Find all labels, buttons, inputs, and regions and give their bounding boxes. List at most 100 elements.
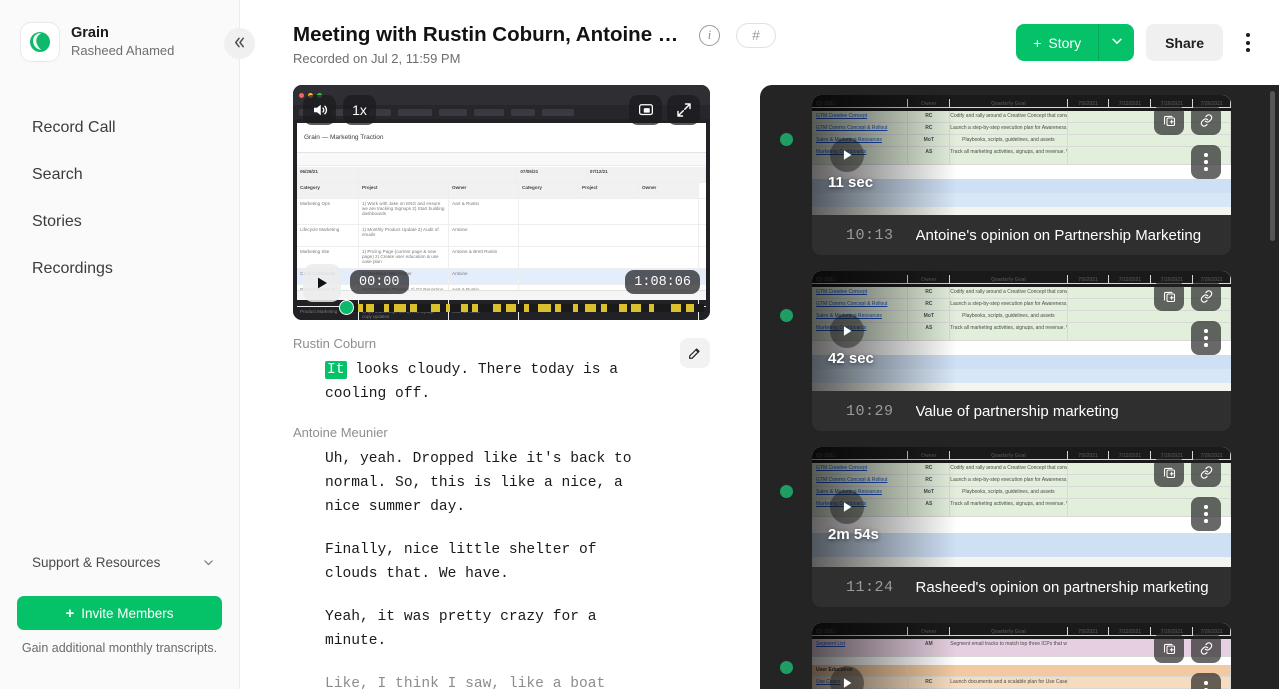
volume-icon[interactable] [303,95,336,125]
kebab-dot [1204,336,1208,340]
sheet-col-header: Owner [639,183,699,198]
sheet-cell: 1) Monthly Product Update 2) Audit of em… [359,225,449,246]
brand-block[interactable]: Grain Rasheed Ahamed [0,0,239,62]
fullscreen-icon[interactable] [667,95,700,125]
sheet-row: Sales & Marketing Resources MoT Playbook… [812,487,1231,499]
kebab-dot [1246,48,1250,52]
play-button[interactable] [303,264,341,302]
clip-more-button[interactable] [1191,321,1221,355]
sheet-col-header: Owner [908,274,951,284]
clip-marker-dot [780,309,793,322]
sheet-row: 06/28/21 07/05/21 07/12/21 [297,167,706,183]
share-button[interactable]: Share [1146,24,1223,61]
clip-timestamp: 10:13 [846,226,894,244]
sheet-cell: MoT [908,487,951,499]
sidebar-item-record-call[interactable]: Record Call [0,104,239,151]
support-resources-row[interactable]: Support & Resources [0,542,239,582]
clips-scrollbar[interactable] [1270,91,1275,241]
clip-tools [1154,633,1221,663]
edit-transcript-button[interactable] [680,338,710,368]
clip-more-button[interactable] [1191,673,1221,689]
more-options-button[interactable] [1235,24,1261,61]
sheet-cell: AS [908,323,951,341]
create-story-button[interactable]: + Story [1016,24,1099,61]
video-scrubber[interactable] [293,300,710,315]
transcript-text[interactable]: Uh, yeah. Dropped like it's back to norm… [293,447,653,519]
invite-members-button[interactable]: + Invite Members [17,596,222,630]
clip-more-button[interactable] [1191,497,1221,531]
transcript-text[interactable]: It looks cloudy. There today is a coolin… [293,358,653,406]
link-icon[interactable] [1191,457,1221,487]
link-icon[interactable] [1191,281,1221,311]
video-player[interactable]: Grain — Marketing Traction 06/28/21 07/0… [293,85,710,320]
transcript-text[interactable]: Yeah, it was pretty crazy for a minute. [293,605,653,653]
sheet-cell: 07/05/21 [517,167,587,182]
clip-thumbnail[interactable]: Q3 2021 Owner Quarterly Goal 7/5/2021 7/… [812,623,1231,689]
sidebar-item-recordings[interactable]: Recordings [0,245,239,292]
duplicate-icon[interactable] [1154,457,1184,487]
duplicate-icon[interactable] [1154,105,1184,135]
link-icon[interactable] [1191,633,1221,663]
sidebar-nav: Record Call Search Stories Recordings [0,104,239,292]
transcript-text[interactable]: Finally, nice little shelter of clouds t… [293,538,653,586]
sheet-col-header: Owner [908,98,951,108]
clip-card[interactable]: Q3 2021 Owner Quarterly Goal 7/5/2021 7/… [780,271,1231,431]
plus-icon: + [1033,34,1042,51]
picture-in-picture-icon[interactable] [629,95,662,125]
transcript-text[interactable]: Like, I think I saw, like a boat house [293,672,653,689]
sheet-row: Use Cases RC Launch documents and a scal… [812,677,1231,689]
playback-speed-button[interactable]: 1x [343,95,376,125]
sheet-cell: Launch documents and a scalable plan for… [950,677,1068,689]
app-root: Grain Rasheed Ahamed Record Call Search … [0,0,1279,689]
sheet-cell: Codify and rally around a Creative Conce… [950,463,1068,475]
story-dropdown-button[interactable] [1098,24,1135,61]
sheet-col-header: 7/12/2021 [1109,626,1152,636]
sheet-cell: Codify and rally around a Creative Conce… [950,287,1068,299]
clip-thumbnail[interactable]: Q3 2021 Owner Quarterly Goal 7/5/2021 7/… [812,447,1231,567]
sidebar-item-label: Record Call [32,118,116,136]
sheet-cell: AS [908,147,951,165]
sheet-cell: Launch a step-by-step execution plan for… [950,475,1068,487]
duplicate-icon[interactable] [1154,633,1184,663]
sheet-col-header: Owner [908,450,951,460]
sheet-col-header: 7/12/2021 [1109,274,1152,284]
collapse-sidebar-button[interactable] [224,28,255,59]
highlighted-word: It [325,361,347,379]
sheet-col-header: Q3 2021 [812,626,909,636]
sheet-cell: RC [908,287,951,299]
clip-thumbnail[interactable]: Q3 2021 Owner Quarterly Goal 7/5/2021 7/… [812,95,1231,215]
kebab-dot [1246,33,1250,37]
speaker-name: Rustin Coburn [293,336,377,351]
clip-play-icon[interactable] [830,138,864,172]
chevron-down-icon [1110,34,1124,51]
main-area: Meeting with Rustin Coburn, Antoine Meu…… [240,0,1279,689]
sidebar-item-search[interactable]: Search [0,151,239,198]
clip-card[interactable]: Q3 2021 Owner Quarterly Goal 7/5/2021 7/… [780,95,1231,255]
scrubber-playhead[interactable] [339,300,354,315]
clip-thumbnail[interactable]: Q3 2021 Owner Quarterly Goal 7/5/2021 7/… [812,271,1231,391]
link-icon[interactable] [1191,105,1221,135]
info-icon[interactable]: i [699,24,720,46]
duplicate-icon[interactable] [1154,281,1184,311]
clip-play-icon[interactable] [830,314,864,348]
hashtag-button[interactable]: # [736,22,776,48]
kebab-dot [1204,329,1208,333]
sheet-row: Sales & Marketing Resources MoT Playbook… [812,135,1231,147]
clip-tools [1154,105,1221,135]
recorded-date: Recorded on Jul 2, 11:59 PM [293,51,461,66]
brand-username: Rasheed Ahamed [71,43,175,58]
sidebar-item-stories[interactable]: Stories [0,198,239,245]
title-block: Meeting with Rustin Coburn, Antoine Meu…… [293,22,776,66]
clip-more-button[interactable] [1191,145,1221,179]
clip-card[interactable]: Q3 2021 Owner Quarterly Goal 7/5/2021 7/… [780,447,1231,607]
sidebar-item-label: Recordings [32,259,113,277]
clip-marker-dot [780,133,793,146]
sheet-cell: RC [908,299,951,311]
sheet-cell: 1) Work with Jake on ENG and ensure we a… [359,199,449,224]
sheet-cell: Launch a step-by-step execution plan for… [950,299,1068,311]
clip-card[interactable]: Q3 2021 Owner Quarterly Goal 7/5/2021 7/… [780,623,1231,689]
content-area: Grain — Marketing Traction 06/28/21 07/0… [240,85,1279,689]
clip-play-icon[interactable] [830,490,864,524]
sheet-header: Grain — Marketing Traction [297,123,706,153]
sheet-cell: MoT [908,311,951,323]
